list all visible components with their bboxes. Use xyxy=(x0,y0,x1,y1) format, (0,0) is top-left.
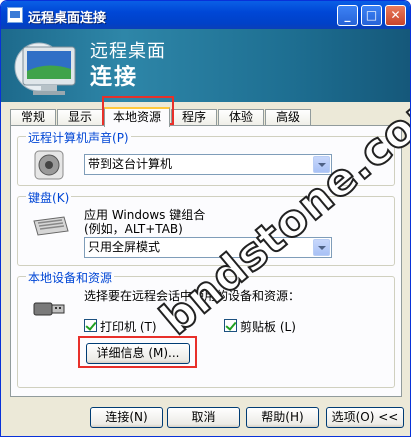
details-button[interactable]: 详细信息 (M)... xyxy=(86,343,190,364)
tab-programs[interactable]: 程序 xyxy=(171,109,217,125)
banner-title-line2: 连接 xyxy=(90,65,139,90)
keyboard-select-value: 只用全屏模式 xyxy=(88,240,161,254)
remote-desktop-monitor-icon xyxy=(14,42,76,95)
options-button[interactable]: 选项(O) << xyxy=(326,407,404,428)
title-bar[interactable]: 远程桌面连接 _ □ ✕ xyxy=(1,1,410,29)
keyboard-description-line2: (例如，ALT+TAB) xyxy=(84,222,183,236)
tab-display[interactable]: 显示 xyxy=(57,109,103,125)
minimize-button[interactable]: _ xyxy=(337,5,358,26)
sound-legend-hotkey: (P) xyxy=(112,131,129,145)
sound-select[interactable]: 带到这台计算机 xyxy=(84,154,332,175)
printer-label-hotkey: (T) xyxy=(139,320,157,334)
maximize-button[interactable]: □ xyxy=(361,5,382,26)
devices-group-legend: 本地设备和资源 xyxy=(26,269,115,286)
close-button[interactable]: ✕ xyxy=(385,5,406,26)
printer-label[interactable]: 打印机 (T) xyxy=(100,318,157,335)
printer-checkbox[interactable] xyxy=(84,319,97,332)
cancel-button[interactable]: 取消 xyxy=(167,407,240,428)
clipboard-checkbox[interactable] xyxy=(224,319,237,332)
tab-advanced[interactable]: 高级 xyxy=(265,109,311,125)
remote-desktop-window: 远程桌面连接 _ □ ✕ 远程桌面 连接 常规 显示 本地资源 程序 体验 高级… xyxy=(0,0,411,437)
clipboard-label-text: 剪贴板 xyxy=(240,320,277,334)
window-title: 远程桌面连接 xyxy=(28,11,107,26)
help-button[interactable]: 帮助(H) xyxy=(246,407,319,428)
tab-general[interactable]: 常规 xyxy=(10,109,56,125)
sound-legend-text: 远程计算机声音 xyxy=(28,131,113,145)
keyboard-group-legend: 键盘(K) xyxy=(26,189,72,206)
remote-desktop-app-icon xyxy=(7,7,23,23)
clipboard-label-hotkey: (L) xyxy=(279,320,296,334)
tab-experience[interactable]: 体验 xyxy=(218,109,264,125)
header-banner: 远程桌面 连接 xyxy=(1,29,410,102)
clipboard-label[interactable]: 剪贴板 (L) xyxy=(240,318,296,335)
keyboard-icon xyxy=(33,216,69,236)
speaker-icon xyxy=(34,150,64,180)
usb-plug-icon xyxy=(33,302,65,316)
sound-select-value: 带到这台计算机 xyxy=(88,157,173,171)
connect-button[interactable]: 连接(N) xyxy=(90,407,163,428)
tab-local-resources[interactable]: 本地资源 xyxy=(104,107,170,127)
sound-group-legend: 远程计算机声音(P) xyxy=(26,129,131,146)
keyboard-legend-hotkey: (K) xyxy=(52,191,70,205)
chevron-down-icon[interactable] xyxy=(313,239,330,256)
keyboard-legend-text: 键盘 xyxy=(28,191,53,205)
printer-label-text: 打印机 xyxy=(100,320,137,334)
